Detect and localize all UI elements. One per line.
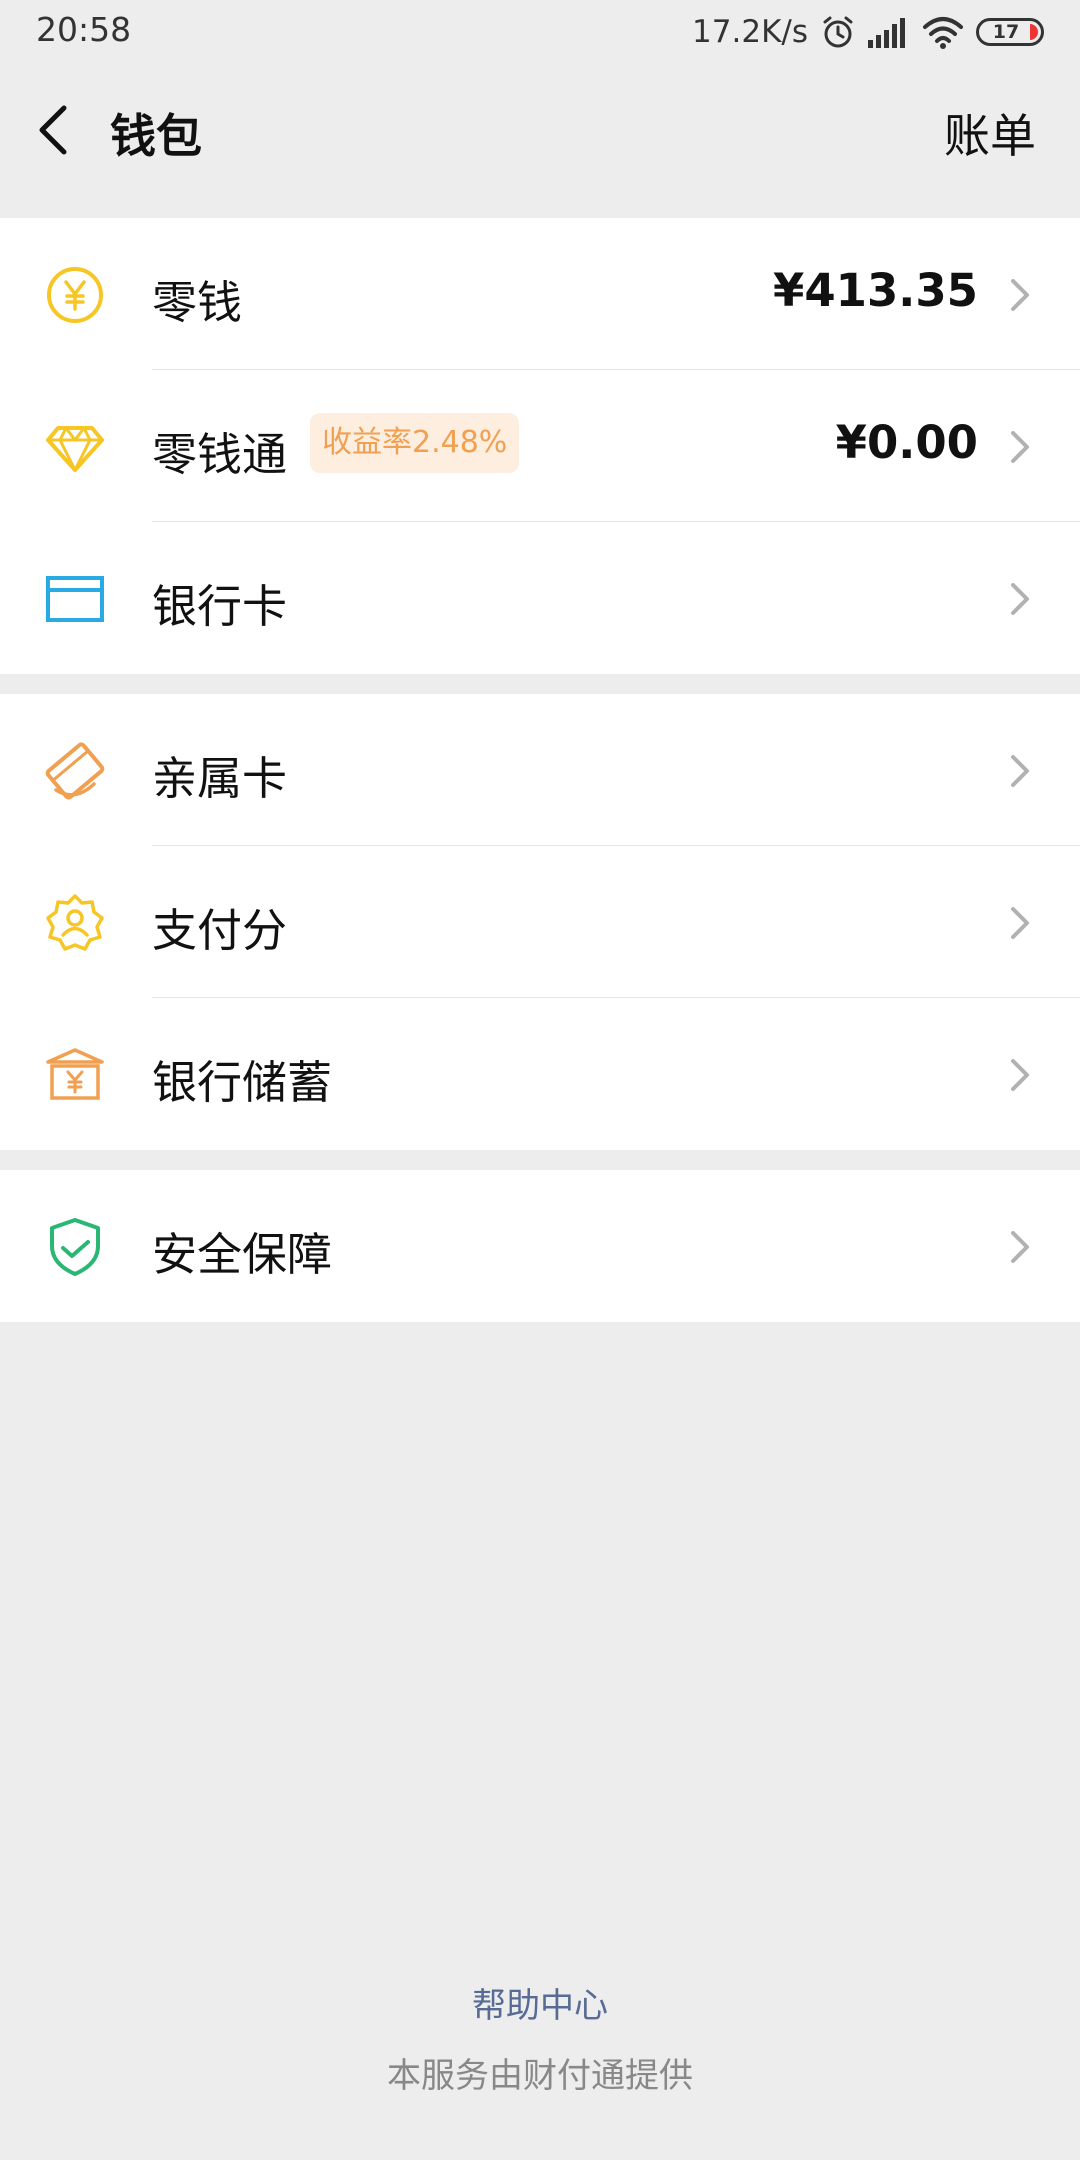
battery-level: 17	[992, 21, 1020, 43]
diamond-icon	[46, 426, 104, 472]
row-family-card[interactable]: 亲属卡	[0, 694, 1080, 846]
chevron-right-icon	[1011, 755, 1029, 787]
chevron-right-icon	[1011, 1231, 1029, 1263]
licaitong-value: ¥0.00	[835, 416, 978, 469]
chevron-right-icon	[1011, 583, 1029, 615]
pay-score-icon	[46, 894, 104, 951]
security-shield-icon	[50, 1218, 100, 1276]
wifi-icon	[923, 17, 963, 49]
row-label: 安全保障	[152, 1228, 333, 1281]
services-section: 亲属卡 支付分 银行储蓄	[0, 694, 1080, 1150]
chevron-right-icon	[1011, 907, 1029, 939]
row-label: 支付分	[152, 904, 288, 957]
status-time: 20:58	[36, 10, 132, 49]
alarm-icon	[823, 16, 853, 48]
help-center-link[interactable]: 帮助中心	[0, 1978, 1080, 2027]
bill-button[interactable]: 账单	[944, 100, 1036, 166]
bank-card-icon	[46, 576, 104, 622]
security-section: 安全保障	[0, 1170, 1080, 1322]
yuan-coin-icon	[47, 267, 103, 323]
yield-rate-badge: 收益率2.48%	[310, 413, 520, 473]
signal-icon	[868, 18, 905, 48]
row-pay-score[interactable]: 支付分	[0, 846, 1080, 998]
chevron-right-icon	[1011, 431, 1029, 463]
row-bank-card[interactable]: 银行卡	[0, 522, 1080, 674]
row-change-balance[interactable]: 零钱 ¥413.35	[0, 218, 1080, 370]
status-bar: 20:58 17.2K/s 17	[0, 0, 1080, 64]
provider-note: 本服务由财付通提供	[387, 2056, 693, 2096]
title-bar: 钱包 账单	[0, 64, 1080, 192]
status-indicators: 17.2K/s 17	[692, 10, 1044, 54]
row-security[interactable]: 安全保障	[0, 1170, 1080, 1322]
row-label: 银行卡	[152, 580, 288, 633]
row-licaitong[interactable]: 零钱通 收益率2.48% ¥0.00	[0, 370, 1080, 522]
row-bank-savings[interactable]: 银行储蓄	[0, 998, 1080, 1150]
balance-section: 零钱 ¥413.35 零钱通 收益率2.48% ¥0.00 银行卡	[0, 218, 1080, 674]
row-label: 零钱	[152, 276, 243, 329]
chevron-right-icon	[1011, 1059, 1029, 1091]
network-speed: 17.2K/s	[692, 14, 808, 50]
chevron-right-icon	[1011, 279, 1029, 311]
family-card-icon	[45, 742, 105, 800]
balance-value: ¥413.35	[773, 264, 978, 317]
row-label: 零钱通	[152, 428, 288, 481]
row-label: 银行储蓄	[152, 1056, 333, 1109]
battery-icon: 17	[976, 18, 1044, 46]
bank-savings-icon	[46, 1048, 104, 1100]
back-arrow-icon[interactable]	[34, 104, 74, 156]
row-label: 亲属卡	[152, 752, 288, 805]
page-title: 钱包	[110, 109, 202, 163]
